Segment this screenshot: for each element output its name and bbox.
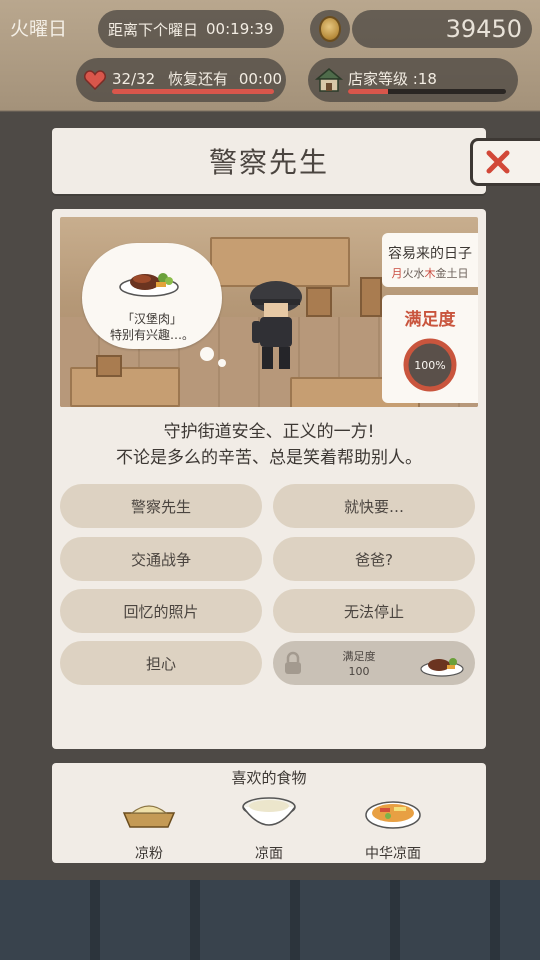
favorite-foods-title: 喜欢的食物 — [231, 769, 307, 787]
recover-time: 00:00 — [238, 70, 283, 88]
police-officer-character — [250, 281, 302, 369]
story-button-7[interactable]: 担心 — [60, 641, 262, 685]
shop-house-icon — [314, 68, 344, 92]
locked-requirement-label: 满足度 — [342, 650, 376, 663]
weekday-label: 土 — [446, 267, 458, 280]
scene-chair — [306, 287, 332, 317]
food-item[interactable]: 凉面 — [224, 793, 314, 862]
thought-bubble-dot — [218, 359, 226, 367]
scene-table — [70, 367, 180, 407]
coin-button[interactable] — [310, 10, 350, 48]
hamburg-steak-icon — [119, 273, 179, 297]
description-line-1: 守护街道安全、正义的一方! — [163, 422, 375, 442]
thought-line-2: 特别有兴趣…。 — [109, 328, 194, 342]
close-icon — [486, 150, 510, 174]
scene-chair — [360, 277, 382, 317]
customer-detail-panel: 「汉堡肉」 特别有兴趣…。 容易来的日子 月火水木金土日 满足度 100% 守护… — [52, 209, 486, 749]
thought-text: 「汉堡肉」 特别有兴趣…。 — [82, 311, 222, 343]
shop-level-status[interactable]: 店家等级 :18 — [308, 58, 518, 102]
food-item[interactable]: 中华凉面 — [348, 793, 438, 862]
satisfaction-card: 满足度 100% — [382, 295, 478, 403]
cold-noodle-bowl-icon — [242, 797, 296, 826]
hearts-count: 32/32 — [112, 70, 156, 88]
customer-scene: 「汉堡肉」 特别有兴趣…。 容易来的日子 月火水木金土日 满足度 100% — [60, 217, 478, 407]
favorite-days-card: 容易来的日子 月火水木金土日 — [382, 233, 478, 287]
hearts-status[interactable]: 32/32 恢复还有 00:00 — [76, 58, 286, 102]
lock-icon — [285, 651, 301, 674]
thought-bubble-dot — [200, 347, 214, 361]
satisfaction-value: 100% — [414, 358, 446, 372]
countdown-time: 00:19:39 — [206, 20, 274, 38]
money-display: 39450 — [352, 10, 532, 48]
jelly-dish-icon — [122, 805, 176, 828]
heart-icon — [84, 70, 106, 90]
customer-description: 守护街道安全、正义的一方! 不论是多么的辛苦、总是笑着帮助别人。 — [52, 419, 486, 471]
money-value: 39450 — [445, 15, 522, 43]
food-item[interactable]: 凉粉 — [104, 793, 194, 862]
hearts-text: 32/32 恢复还有 00:00 — [112, 68, 282, 89]
food-name: 中华凉面 — [365, 846, 421, 862]
shop-level-bar-fill — [348, 89, 388, 94]
countdown-timer: 距离下个曜日 00:19:39 — [98, 10, 284, 48]
favorite-days-title: 容易来的日子 — [388, 246, 472, 262]
story-button-5[interactable]: 回忆的照片 — [60, 589, 262, 633]
thought-line-1: 「汉堡肉」 — [121, 312, 182, 326]
story-button-locked[interactable]: 满足度 100 — [273, 641, 475, 685]
hearts-bar — [112, 89, 274, 94]
coin-icon — [319, 16, 341, 42]
weekday-label: 月 — [391, 267, 403, 280]
description-line-2: 不论是多么的辛苦、总是笑着帮助别人。 — [116, 448, 422, 468]
favorite-foods-panel: 喜欢的食物 凉粉 凉面 中华凉面 — [52, 763, 486, 863]
hamburg-steak-icon — [420, 658, 464, 677]
background-shelf — [0, 880, 540, 960]
chinese-cold-noodle-icon — [365, 801, 421, 829]
customer-name-title: 警察先生 — [52, 128, 486, 194]
close-button[interactable] — [470, 138, 540, 186]
story-button-1[interactable]: 警察先生 — [60, 484, 262, 528]
weekday-label: 日 — [457, 267, 469, 280]
weekday-label: 金 — [435, 267, 447, 280]
weekday-label: 水 — [413, 267, 425, 280]
satisfaction-title: 满足度 — [404, 310, 456, 330]
weekday-label: 木 — [424, 267, 436, 280]
recover-label: 恢复还有 — [168, 70, 229, 88]
locked-requirement-value: 100 — [348, 665, 370, 678]
thought-bubble: 「汉堡肉」 特别有兴趣…。 — [82, 243, 222, 349]
story-button-6[interactable]: 无法停止 — [273, 589, 475, 633]
story-button-4[interactable]: 爸爸? — [273, 537, 475, 581]
scene-chair — [96, 355, 122, 377]
food-name: 凉面 — [255, 846, 283, 862]
favorite-days-list: 月火水木金土日 — [382, 265, 478, 281]
story-button-3[interactable]: 交通战争 — [60, 537, 262, 581]
weekday-label: 火 — [402, 267, 414, 280]
day-label: 火曜日 — [10, 18, 68, 40]
countdown-label: 距离下个曜日 — [108, 20, 199, 39]
food-name: 凉粉 — [135, 846, 163, 862]
hearts-bar-fill — [112, 89, 274, 94]
shop-level-text: 店家等级 :18 — [348, 70, 437, 88]
story-button-2[interactable]: 就快要… — [273, 484, 475, 528]
shop-level-bar — [348, 89, 506, 94]
